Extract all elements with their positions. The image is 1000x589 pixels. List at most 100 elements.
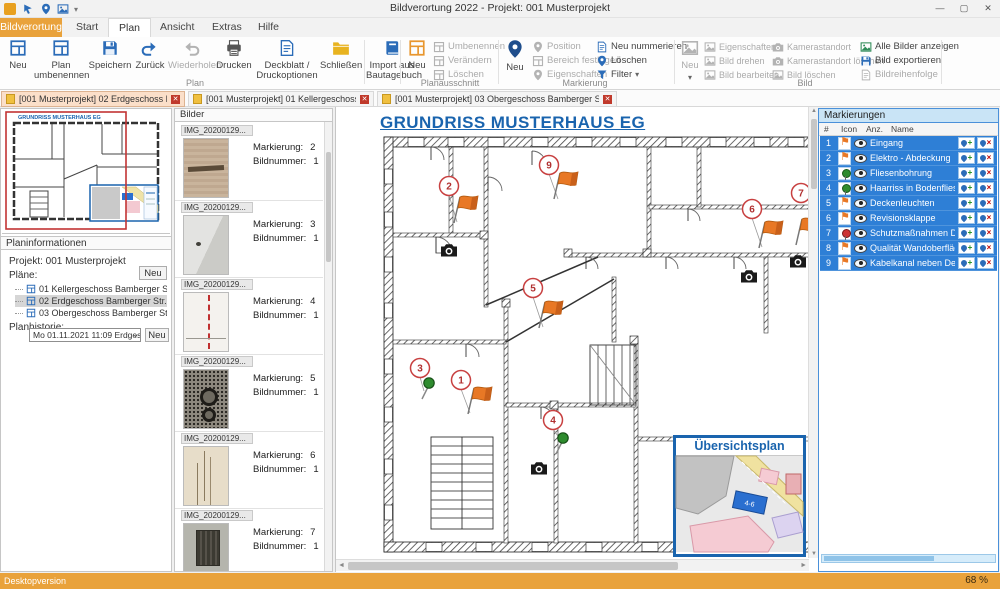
maximize-button[interactable]: ▢: [952, 0, 976, 17]
marker-circle-4[interactable]: 4: [544, 411, 563, 430]
plan-umbenennen-button[interactable]: Plan umbenennen: [34, 39, 88, 85]
doc-tab-kellergeschoss[interactable]: [001 Musterprojekt] 01 Kellergeschoss Ba…: [188, 91, 374, 107]
tab-close-icon[interactable]: ✕: [171, 95, 180, 104]
image-filename[interactable]: IMG_20200129...: [181, 510, 253, 521]
marker-circle-2[interactable]: 2: [440, 177, 459, 196]
pin-edit-button[interactable]: +: [958, 152, 975, 164]
markierung-loeschen-button[interactable]: Löschen: [596, 54, 647, 67]
pin-delete-button[interactable]: ×: [977, 212, 994, 224]
schliessen-button[interactable]: Schließen: [320, 39, 362, 85]
kamerastandort-button[interactable]: Kamerastandort: [772, 40, 851, 53]
markierung-position-button[interactable]: Position: [532, 40, 581, 53]
list-item[interactable]: IMG_20200129... Markierung:5 Bildnummer:…: [175, 355, 323, 432]
visibility-eye-icon[interactable]: [854, 154, 867, 163]
list-item[interactable]: IMG_20200129... Markierung:3 Bildnummer:…: [175, 201, 323, 278]
markierung-neu-button[interactable]: Neu: [502, 39, 528, 85]
pin-edit-button[interactable]: +: [958, 227, 975, 239]
plan-thumbnail[interactable]: GRUNDRISS MUSTERHAUS EG: [2, 109, 170, 234]
plan-neu-button-sidebar[interactable]: Neu: [139, 266, 167, 280]
tab-close-icon[interactable]: ✕: [360, 95, 369, 104]
pin-delete-button[interactable]: ×: [977, 182, 994, 194]
tab-hilfe[interactable]: Hilfe: [248, 18, 289, 37]
bild-eigenschaften-button[interactable]: Eigenschaften: [704, 40, 776, 53]
bild-exportieren-button[interactable]: Bild exportieren: [860, 54, 941, 67]
col-anzeige[interactable]: Anz.: [866, 124, 883, 134]
pin-delete-button[interactable]: ×: [977, 257, 994, 269]
alle-bilder-anzeigen-button[interactable]: Alle Bilder anzeigen: [860, 40, 959, 53]
scroll-down-icon[interactable]: ▼: [811, 551, 817, 557]
bildreihenfolge-button[interactable]: Bildreihenfolge: [860, 68, 938, 81]
list-item[interactable]: IMG_20200129... Markierung:7 Bildnummer:…: [175, 509, 323, 572]
image-thumbnail[interactable]: [183, 215, 229, 275]
table-row[interactable]: 3 Fliesenbohrung + ×: [820, 166, 997, 181]
bilder-scrollbar[interactable]: [324, 122, 332, 571]
planausschnitt-veraendern-button[interactable]: Verändern: [433, 54, 492, 67]
col-name[interactable]: Name: [891, 124, 914, 134]
image-thumbnail[interactable]: [183, 369, 229, 429]
bild-drehen-button[interactable]: Bild drehen: [704, 54, 765, 67]
visibility-eye-icon[interactable]: [854, 214, 867, 223]
marker-circle-9[interactable]: 9: [540, 156, 559, 175]
close-button[interactable]: ✕: [976, 0, 1000, 17]
canvas-horizontal-scrollbar[interactable]: ◄ ►: [336, 559, 809, 571]
col-icon[interactable]: Icon: [841, 124, 857, 134]
visibility-eye-icon[interactable]: [854, 229, 867, 238]
image-filename[interactable]: IMG_20200129...: [181, 433, 253, 444]
minimize-button[interactable]: —: [928, 0, 952, 17]
visibility-eye-icon[interactable]: [854, 199, 867, 208]
pin-edit-button[interactable]: +: [958, 137, 975, 149]
plan-neu-button[interactable]: Neu: [2, 39, 34, 85]
pin-delete-button[interactable]: ×: [977, 152, 994, 164]
tab-extras[interactable]: Extras: [202, 18, 252, 37]
canvas-vertical-scrollbar[interactable]: ▲ ▼: [808, 107, 818, 558]
image-thumbnail[interactable]: [183, 138, 229, 198]
tab-plan[interactable]: Plan: [108, 18, 151, 37]
image-filename[interactable]: IMG_20200129...: [181, 125, 253, 136]
marker-circle-1[interactable]: 1: [452, 371, 471, 390]
marker-circle-5[interactable]: 5: [524, 279, 543, 298]
doc-tab-erdgeschoss[interactable]: [001 Musterprojekt] 02 Erdgeschoss Bambe…: [1, 91, 185, 107]
marker-circle-3[interactable]: 3: [411, 359, 430, 378]
image-filename[interactable]: IMG_20200129...: [181, 202, 253, 213]
table-row[interactable]: 6 Revisionsklappe + ×: [820, 211, 997, 226]
scroll-left-icon[interactable]: ◄: [338, 562, 345, 569]
markers-horizontal-scrollbar[interactable]: [821, 554, 996, 563]
table-row[interactable]: 9 Kabelkanal neben Deckendurch + ×: [820, 256, 997, 271]
scroll-right-icon[interactable]: ►: [800, 562, 807, 569]
scrollbar-thumb[interactable]: [348, 562, 678, 570]
scrollbar-thumb[interactable]: [824, 556, 934, 561]
list-item[interactable]: IMG_20200129... Markierung:2 Bildnummer:…: [175, 124, 323, 201]
visibility-eye-icon[interactable]: [854, 244, 867, 253]
planausschnitt-umbenennen-button[interactable]: Umbenennen: [433, 40, 505, 53]
historie-neu-button[interactable]: Neu: [145, 328, 169, 342]
pin-delete-button[interactable]: ×: [977, 197, 994, 209]
scrollbar-thumb[interactable]: [811, 119, 817, 189]
pin-edit-button[interactable]: +: [958, 257, 975, 269]
scrollbar-thumb[interactable]: [326, 152, 331, 262]
tab-ansicht[interactable]: Ansicht: [150, 18, 204, 37]
image-filename[interactable]: IMG_20200129...: [181, 279, 253, 290]
visibility-eye-icon[interactable]: [854, 184, 867, 193]
deckblatt-button[interactable]: Deckblatt / Druckoptionen: [256, 39, 318, 85]
pin-edit-button[interactable]: +: [958, 242, 975, 254]
bild-neu-button[interactable]: Neu▾: [678, 39, 702, 85]
pin-delete-button[interactable]: ×: [977, 242, 994, 254]
image-filename[interactable]: IMG_20200129...: [181, 356, 253, 367]
pin-edit-button[interactable]: +: [958, 182, 975, 194]
list-item[interactable]: IMG_20200129... Markierung:4 Bildnummer:…: [175, 278, 323, 355]
speichern-button[interactable]: Speichern: [88, 39, 132, 85]
pin-edit-button[interactable]: +: [958, 197, 975, 209]
pin-delete-button[interactable]: ×: [977, 137, 994, 149]
tab-start[interactable]: Start: [66, 18, 108, 37]
visibility-eye-icon[interactable]: [854, 259, 867, 268]
list-item[interactable]: IMG_20200129... Markierung:6 Bildnummer:…: [175, 432, 323, 509]
planhistorie-dropdown[interactable]: Mo 01.11.2021 11:09 Erdgeschoss ( ⌄: [29, 328, 141, 342]
pin-edit-button[interactable]: +: [958, 212, 975, 224]
pin-edit-button[interactable]: +: [958, 167, 975, 179]
image-thumbnail[interactable]: [183, 523, 229, 572]
doc-tab-obergeschoss[interactable]: [001 Musterprojekt] 03 Obergeschoss Bamb…: [377, 91, 617, 107]
visibility-eye-icon[interactable]: [854, 169, 867, 178]
pin-delete-button[interactable]: ×: [977, 227, 994, 239]
tree-item-kellergeschoss[interactable]: 01 Kellergeschoss Bamberger Str. 4-6: [15, 283, 167, 295]
visibility-eye-icon[interactable]: [854, 139, 867, 148]
